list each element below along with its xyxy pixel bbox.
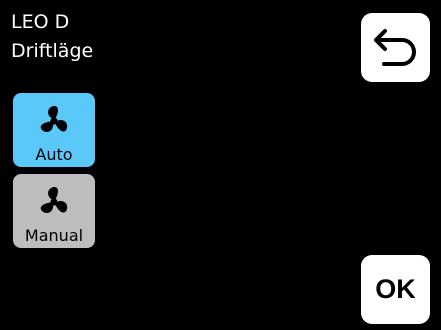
back-arrow-icon xyxy=(373,28,416,66)
fan-icon xyxy=(37,184,71,218)
mode-manual-button[interactable]: Manual xyxy=(13,174,95,248)
back-button[interactable] xyxy=(361,13,430,82)
screen-title: Driftläge xyxy=(11,40,94,62)
mode-label-manual: Manual xyxy=(24,226,84,245)
mode-label-auto: Auto xyxy=(35,145,73,164)
mode-selection-screen: LEO D Driftläge Auto Manual OK xyxy=(0,0,441,330)
mode-auto-button[interactable]: Auto xyxy=(13,93,95,167)
ok-button[interactable]: OK xyxy=(361,255,430,324)
fan-icon xyxy=(37,103,71,137)
device-name: LEO D xyxy=(11,11,70,33)
